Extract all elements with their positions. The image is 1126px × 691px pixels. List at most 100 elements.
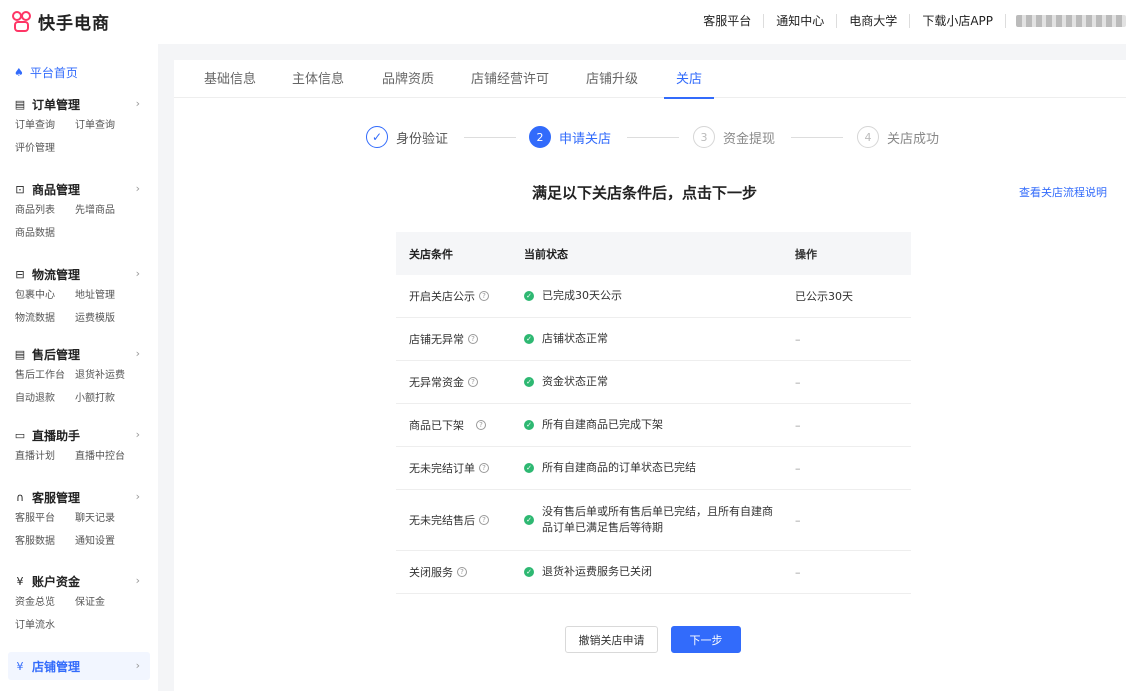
sidebar-item-add-product[interactable]: 先增商品 bbox=[75, 199, 135, 222]
col-condition: 关店条件 bbox=[409, 247, 453, 261]
next-step-button[interactable]: 下一步 bbox=[671, 626, 741, 653]
sidebar-item-auto-refund[interactable]: 自动退款 bbox=[15, 387, 75, 410]
step-label: 关店成功 bbox=[887, 131, 940, 147]
sidebar-item-service-data[interactable]: 客服数据 bbox=[15, 530, 75, 553]
sidebar-item-service-platform[interactable]: 客服平台 bbox=[15, 507, 75, 530]
sidebar-group-funds: ¥ 账户资金 › 资金总览 保证金 订单流水 bbox=[0, 571, 158, 637]
question-circle-icon[interactable]: ? bbox=[479, 515, 489, 525]
chevron-right-icon: › bbox=[135, 97, 140, 110]
sidebar-item-order-flow[interactable]: 订单流水 bbox=[15, 614, 75, 637]
sidebar-group-live: ▭ 直播助手 › 直播计划 直播中控台 bbox=[0, 425, 158, 468]
page-heading: 满足以下关店条件后，点击下一步 bbox=[532, 184, 758, 202]
status-text: 没有售后单或所有售后单已完结，且所有自建商品订单已满足售后等待期 bbox=[542, 505, 773, 534]
tab-close-store[interactable]: 关店 bbox=[663, 72, 715, 99]
condition-label: 关闭服务 bbox=[409, 566, 453, 579]
sidebar-group-store: ¥ 店铺管理 › bbox=[0, 652, 158, 680]
sidebar-item-order-query[interactable]: 订单查询 bbox=[15, 114, 75, 137]
tab-store-upgrade[interactable]: 店铺升级 bbox=[586, 72, 638, 88]
table-header: 关店条件 当前状态 操作 bbox=[396, 232, 911, 275]
check-circle-icon: ✓ bbox=[524, 420, 534, 430]
tab-business-license[interactable]: 店铺经营许可 bbox=[471, 72, 549, 88]
sidebar: ♠ 平台首页 ▤ 订单管理 › 订单查询 订单查询 评价管理 ⊡ 商品管理 › … bbox=[0, 44, 158, 691]
close-flow-help-link[interactable]: 查看关店流程说明 bbox=[1019, 184, 1107, 200]
step-label: 申请关店 bbox=[559, 131, 612, 147]
question-circle-icon[interactable]: ? bbox=[468, 377, 478, 387]
table-row: 商品已下架? ✓ 所有自建商品已完成下架 – bbox=[396, 404, 911, 447]
check-circle-icon: ✓ bbox=[524, 334, 534, 344]
question-circle-icon[interactable]: ? bbox=[479, 463, 489, 473]
step-fund-withdrawal: 3 资金提现 bbox=[693, 126, 775, 148]
sidebar-item-home[interactable]: ♠ 平台首页 bbox=[14, 64, 78, 81]
table-row: 无未完结订单? ✓ 所有自建商品的订单状态已完结 – bbox=[396, 447, 911, 490]
tab-entity-info[interactable]: 主体信息 bbox=[292, 72, 344, 88]
table-row: 关闭服务? ✓ 退货补运费服务已关闭 – bbox=[396, 551, 911, 594]
table-row: 无未完结售后? ✓ 没有售后单或所有售后单已完结，且所有自建商品订单已满足售后等待… bbox=[396, 490, 911, 551]
sidebar-item-aftersale-desk[interactable]: 售后工作台 bbox=[15, 364, 75, 387]
sidebar-item-product-data[interactable]: 商品数据 bbox=[15, 222, 75, 245]
sidebar-item-address-mgmt[interactable]: 地址管理 bbox=[75, 284, 135, 307]
sidebar-group-head-store[interactable]: ¥ 店铺管理 › bbox=[8, 652, 150, 680]
check-circle-icon: ✓ bbox=[524, 291, 534, 301]
question-circle-icon[interactable]: ? bbox=[468, 334, 478, 344]
question-circle-icon[interactable]: ? bbox=[479, 291, 489, 301]
sidebar-group-title: 直播助手 bbox=[32, 428, 81, 443]
sidebar-item-shipping-template[interactable]: 运费模版 bbox=[75, 307, 135, 330]
sidebar-item-product-list[interactable]: 商品列表 bbox=[15, 199, 75, 222]
sidebar-item-live-console[interactable]: 直播中控台 bbox=[75, 445, 135, 468]
status-text: 退货补运费服务已关闭 bbox=[542, 565, 652, 578]
condition-label: 商品已下架 bbox=[409, 419, 464, 432]
sidebar-item-order-query-2[interactable]: 订单查询 bbox=[75, 114, 135, 137]
sidebar-group-title: 售后管理 bbox=[32, 347, 81, 362]
chevron-right-icon: › bbox=[135, 574, 140, 587]
sidebar-group-head-orders[interactable]: ▤ 订单管理 › bbox=[0, 94, 158, 114]
condition-label: 无未完结订单 bbox=[409, 462, 475, 475]
step-identity-verification: ✓ 身份验证 bbox=[366, 126, 448, 148]
sidebar-group-title: 店铺管理 bbox=[32, 659, 81, 674]
sidebar-group-head-funds[interactable]: ¥ 账户资金 › bbox=[0, 571, 158, 591]
action-text: – bbox=[795, 332, 801, 346]
chevron-right-icon: › bbox=[135, 659, 140, 672]
sidebar-group-head-products[interactable]: ⊡ 商品管理 › bbox=[0, 179, 158, 199]
sidebar-item-logistics-data[interactable]: 物流数据 bbox=[15, 307, 75, 330]
header-link-notices[interactable]: 通知中心 bbox=[764, 14, 838, 28]
question-circle-icon[interactable]: ? bbox=[457, 567, 467, 577]
sidebar-group-head-logistics[interactable]: ⊟ 物流管理 › bbox=[0, 264, 158, 284]
close-conditions-table: 关店条件 当前状态 操作 开启关店公示? ✓ 已完成30天公示 已公示30天 店铺… bbox=[396, 232, 911, 594]
sidebar-item-reviews[interactable]: 评价管理 bbox=[15, 137, 75, 160]
col-status: 当前状态 bbox=[524, 247, 568, 261]
header-link-download-app[interactable]: 下载小店APP bbox=[910, 14, 1006, 28]
sidebar-item-return-shipping[interactable]: 退货补运费 bbox=[75, 364, 135, 387]
tab-brand-qualification[interactable]: 品牌资质 bbox=[382, 72, 434, 88]
sidebar-group-head-customer-service[interactable]: ∩ 客服管理 › bbox=[0, 487, 158, 507]
sidebar-group-orders: ▤ 订单管理 › 订单查询 订单查询 评价管理 bbox=[0, 94, 158, 160]
sidebar-group-title: 客服管理 bbox=[32, 490, 81, 505]
sidebar-item-funds-overview[interactable]: 资金总览 bbox=[15, 591, 75, 614]
shopping-bag-icon: ⊡ bbox=[15, 182, 25, 196]
sidebar-item-notify-settings[interactable]: 通知设置 bbox=[75, 530, 135, 553]
user-account-menu[interactable] bbox=[1016, 15, 1126, 27]
sidebar-group-head-aftersale[interactable]: ▤ 售后管理 › bbox=[0, 344, 158, 364]
check-icon: ✓ bbox=[366, 126, 388, 148]
sidebar-group-head-live[interactable]: ▭ 直播助手 › bbox=[0, 425, 158, 445]
header-link-university[interactable]: 电商大学 bbox=[837, 14, 911, 28]
kuaishou-logo-icon bbox=[12, 10, 32, 34]
sidebar-item-live-plan[interactable]: 直播计划 bbox=[15, 445, 75, 468]
table-row: 无异常资金? ✓ 资金状态正常 – bbox=[396, 361, 911, 404]
home-icon: ♠ bbox=[14, 66, 24, 79]
sidebar-item-chat-records[interactable]: 聊天记录 bbox=[75, 507, 135, 530]
question-circle-icon[interactable]: ? bbox=[476, 420, 486, 430]
check-circle-icon: ✓ bbox=[524, 567, 534, 577]
cancel-close-request-button[interactable]: 撤销关店申请 bbox=[565, 626, 658, 653]
sidebar-group-title: 物流管理 bbox=[32, 267, 81, 282]
sidebar-item-deposit[interactable]: 保证金 bbox=[75, 591, 135, 614]
chevron-right-icon: › bbox=[135, 428, 140, 441]
sidebar-item-parcel-center[interactable]: 包裹中心 bbox=[15, 284, 75, 307]
sidebar-item-small-payment[interactable]: 小额打款 bbox=[75, 387, 135, 410]
tab-basic-info[interactable]: 基础信息 bbox=[204, 72, 256, 88]
step-label: 身份验证 bbox=[396, 131, 449, 147]
condition-label: 开启关店公示 bbox=[409, 290, 475, 303]
header-link-service[interactable]: 客服平台 bbox=[691, 14, 765, 28]
condition-label: 无异常资金 bbox=[409, 376, 464, 389]
brand-logo[interactable]: 快手电商 bbox=[12, 9, 110, 34]
yen-coin-icon: ¥ bbox=[16, 574, 24, 588]
